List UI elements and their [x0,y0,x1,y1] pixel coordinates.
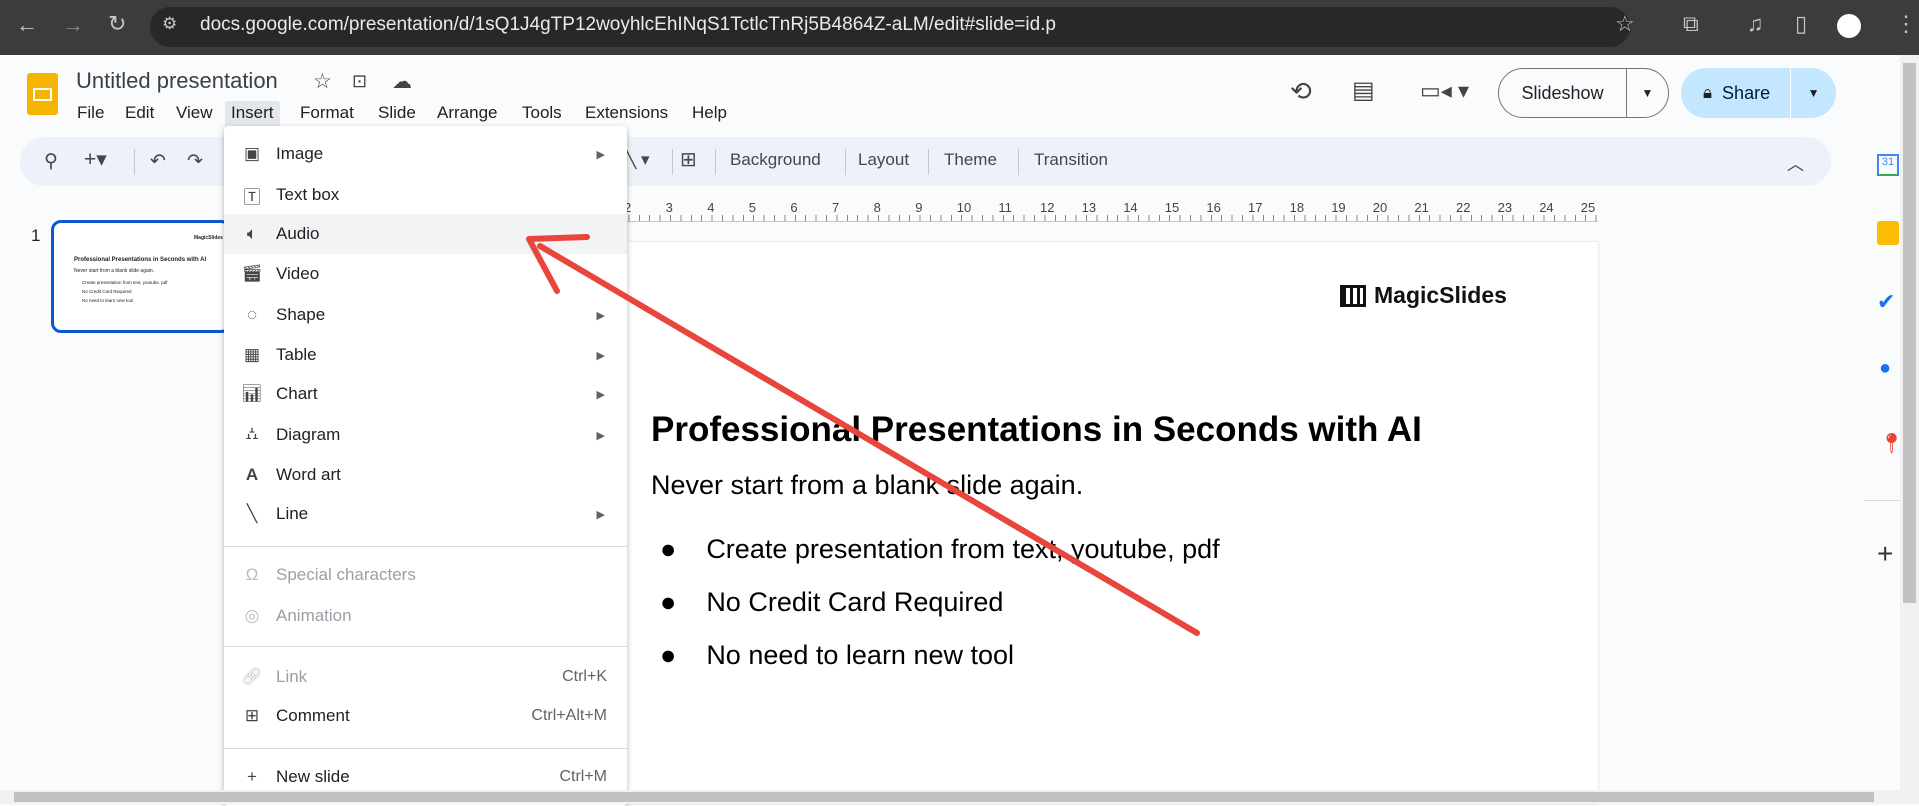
annotation-arrow [526,234,1200,636]
